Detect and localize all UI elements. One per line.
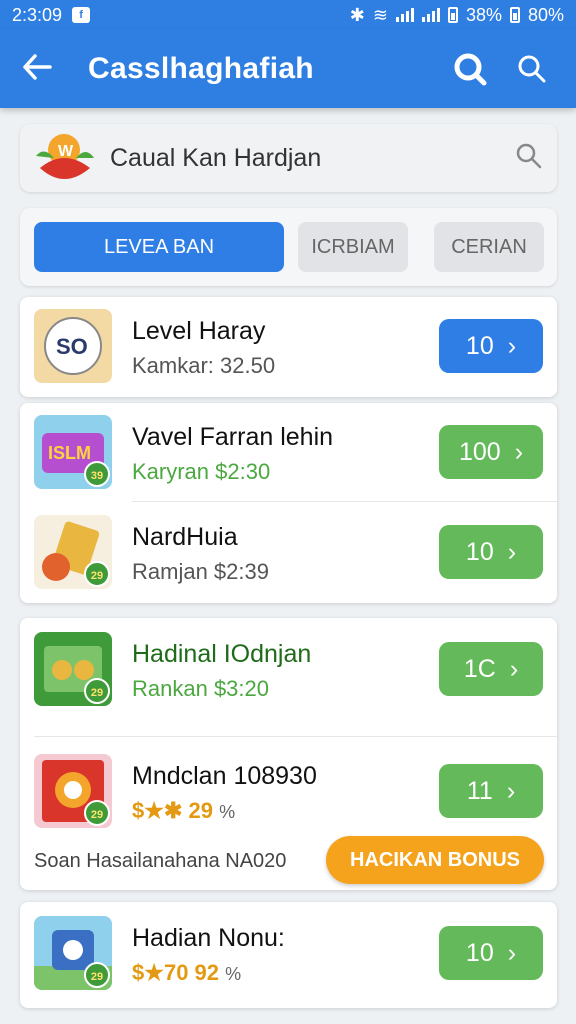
item-action-button[interactable]: 10 › xyxy=(439,525,543,579)
wifi-icon: ≋ xyxy=(372,4,388,25)
item-button-label: 10 xyxy=(465,938,494,967)
chevron-right-icon: › xyxy=(507,938,517,967)
notification-icon: f xyxy=(72,7,91,23)
item-price: Karyran $2:30 xyxy=(132,459,271,484)
list-item[interactable]: 29 Mndclan 108930 $★✱ 29 % 11 › xyxy=(20,742,557,842)
search-query: Caual Kan Hardjan xyxy=(110,143,322,172)
item-badge: 29 xyxy=(84,962,110,988)
item-thumbnail: 29 xyxy=(34,916,112,990)
item-rating: $★70 92 % xyxy=(132,960,241,986)
item-badge: 39 xyxy=(84,461,110,487)
item-action-button[interactable]: 10 › xyxy=(439,926,543,980)
item-button-label: 100 xyxy=(458,437,501,466)
item-name: Mndclan 108930 xyxy=(132,762,317,790)
divider xyxy=(34,736,557,737)
item-thumbnail: SO xyxy=(34,309,112,383)
list-item[interactable]: ISLM 39 Vavel Farran lehin Karyran $2:30… xyxy=(20,403,557,503)
item-action-button[interactable]: 10 › xyxy=(439,319,543,373)
item-rating-value: $★70 92 xyxy=(132,960,220,985)
item-name: Level Haray xyxy=(132,317,266,345)
tab-cerian[interactable]: CERIAN xyxy=(434,222,544,272)
item-button-label: 10 xyxy=(465,537,494,566)
chevron-right-icon: › xyxy=(514,437,524,466)
bluetooth-icon: ✱ xyxy=(349,4,365,25)
list-item[interactable]: 29 NardHuia Ramjan $2:39 10 › xyxy=(20,503,557,603)
app-bar: Casslhaghafiah xyxy=(0,30,576,108)
item-rating-pct: % xyxy=(219,802,236,822)
item-name: Hadinal IOdnjan xyxy=(132,640,312,668)
list-item[interactable]: 29 Hadian Nonu: $★70 92 % 10 › xyxy=(20,904,557,1004)
chevron-right-icon: › xyxy=(506,776,516,805)
battery-icon-2 xyxy=(509,7,520,23)
chevron-right-icon: › xyxy=(507,331,517,360)
signal-icon-2 xyxy=(421,8,440,22)
bonus-text: Soan Hasailanahana NA020 xyxy=(34,850,287,872)
chevron-right-icon: › xyxy=(509,654,519,683)
item-thumbnail: 29 xyxy=(34,515,112,589)
item-card-1: SO Level Haray Kamkar: 32.50 10 › xyxy=(20,297,557,397)
item-action-button[interactable]: 1C › xyxy=(439,642,543,696)
item-price: Kamkar: 32.50 xyxy=(132,353,276,378)
item-name: Hadian Nonu: xyxy=(132,924,285,952)
item-price: Ramjan $2:39 xyxy=(132,559,269,584)
battery-percent: 80% xyxy=(527,4,564,25)
tab-bar: LEVEA BAN ICRBIAM CERIAN xyxy=(20,208,557,286)
search-field-icon[interactable] xyxy=(515,142,543,175)
item-card-3: 29 Hadinal IOdnjan Rankan $3:20 1C › 29 … xyxy=(20,618,557,890)
back-arrow-icon[interactable] xyxy=(22,52,62,86)
tab-icrbiam[interactable]: ICRBIAM xyxy=(298,222,408,272)
item-thumbnail: ISLM 39 xyxy=(34,415,112,489)
app-title: Casslhaghafiah xyxy=(88,52,314,85)
item-card-2: ISLM 39 Vavel Farran lehin Karyran $2:30… xyxy=(20,403,557,603)
battery-icon xyxy=(447,7,458,23)
search-bar[interactable]: W Caual Kan Hardjan xyxy=(20,124,557,192)
app-logo: W xyxy=(34,128,96,188)
svg-text:SO: SO xyxy=(56,334,88,359)
item-rating: $★✱ 29 % xyxy=(132,798,235,824)
search-icon[interactable] xyxy=(510,47,554,91)
item-button-label: 10 xyxy=(465,331,494,360)
signal-icon xyxy=(395,8,414,22)
item-badge: 29 xyxy=(84,800,110,826)
signal-percent: 38% xyxy=(465,4,502,25)
item-price: Rankan $3:20 xyxy=(132,676,269,701)
status-time: 2:3:09 xyxy=(12,4,63,25)
item-action-button[interactable]: 100 › xyxy=(439,425,543,479)
item-badge: 29 xyxy=(84,678,110,704)
list-item[interactable]: SO Level Haray Kamkar: 32.50 10 › xyxy=(20,297,557,397)
item-name: Vavel Farran lehin xyxy=(132,423,334,451)
list-item[interactable]: 29 Hadinal IOdnjan Rankan $3:20 1C › xyxy=(20,620,557,720)
item-thumbnail: 29 xyxy=(34,754,112,828)
item-name: NardHuia xyxy=(132,523,238,551)
chevron-right-icon: › xyxy=(507,537,517,566)
bonus-button[interactable]: HACIKAN BONUS xyxy=(326,836,544,884)
item-action-button[interactable]: 11 › xyxy=(439,764,543,818)
svg-text:W: W xyxy=(58,143,74,160)
divider xyxy=(132,501,557,502)
item-badge: 29 xyxy=(84,561,110,587)
item-rating-pct: % xyxy=(225,964,242,984)
tab-level-ban[interactable]: LEVEA BAN xyxy=(34,222,284,272)
item-thumbnail: 29 xyxy=(34,632,112,706)
item-button-label: 11 xyxy=(466,776,493,805)
item-rating-value: $★✱ 29 xyxy=(132,798,213,823)
svg-text:ISLM: ISLM xyxy=(48,443,91,463)
search-bold-icon[interactable] xyxy=(448,47,492,91)
item-card-4: 29 Hadian Nonu: $★70 92 % 10 › xyxy=(20,902,557,1008)
status-bar: 2:3:09 f ✱ ≋ 38% 80% xyxy=(0,0,576,30)
item-button-label: 1C xyxy=(463,654,496,683)
